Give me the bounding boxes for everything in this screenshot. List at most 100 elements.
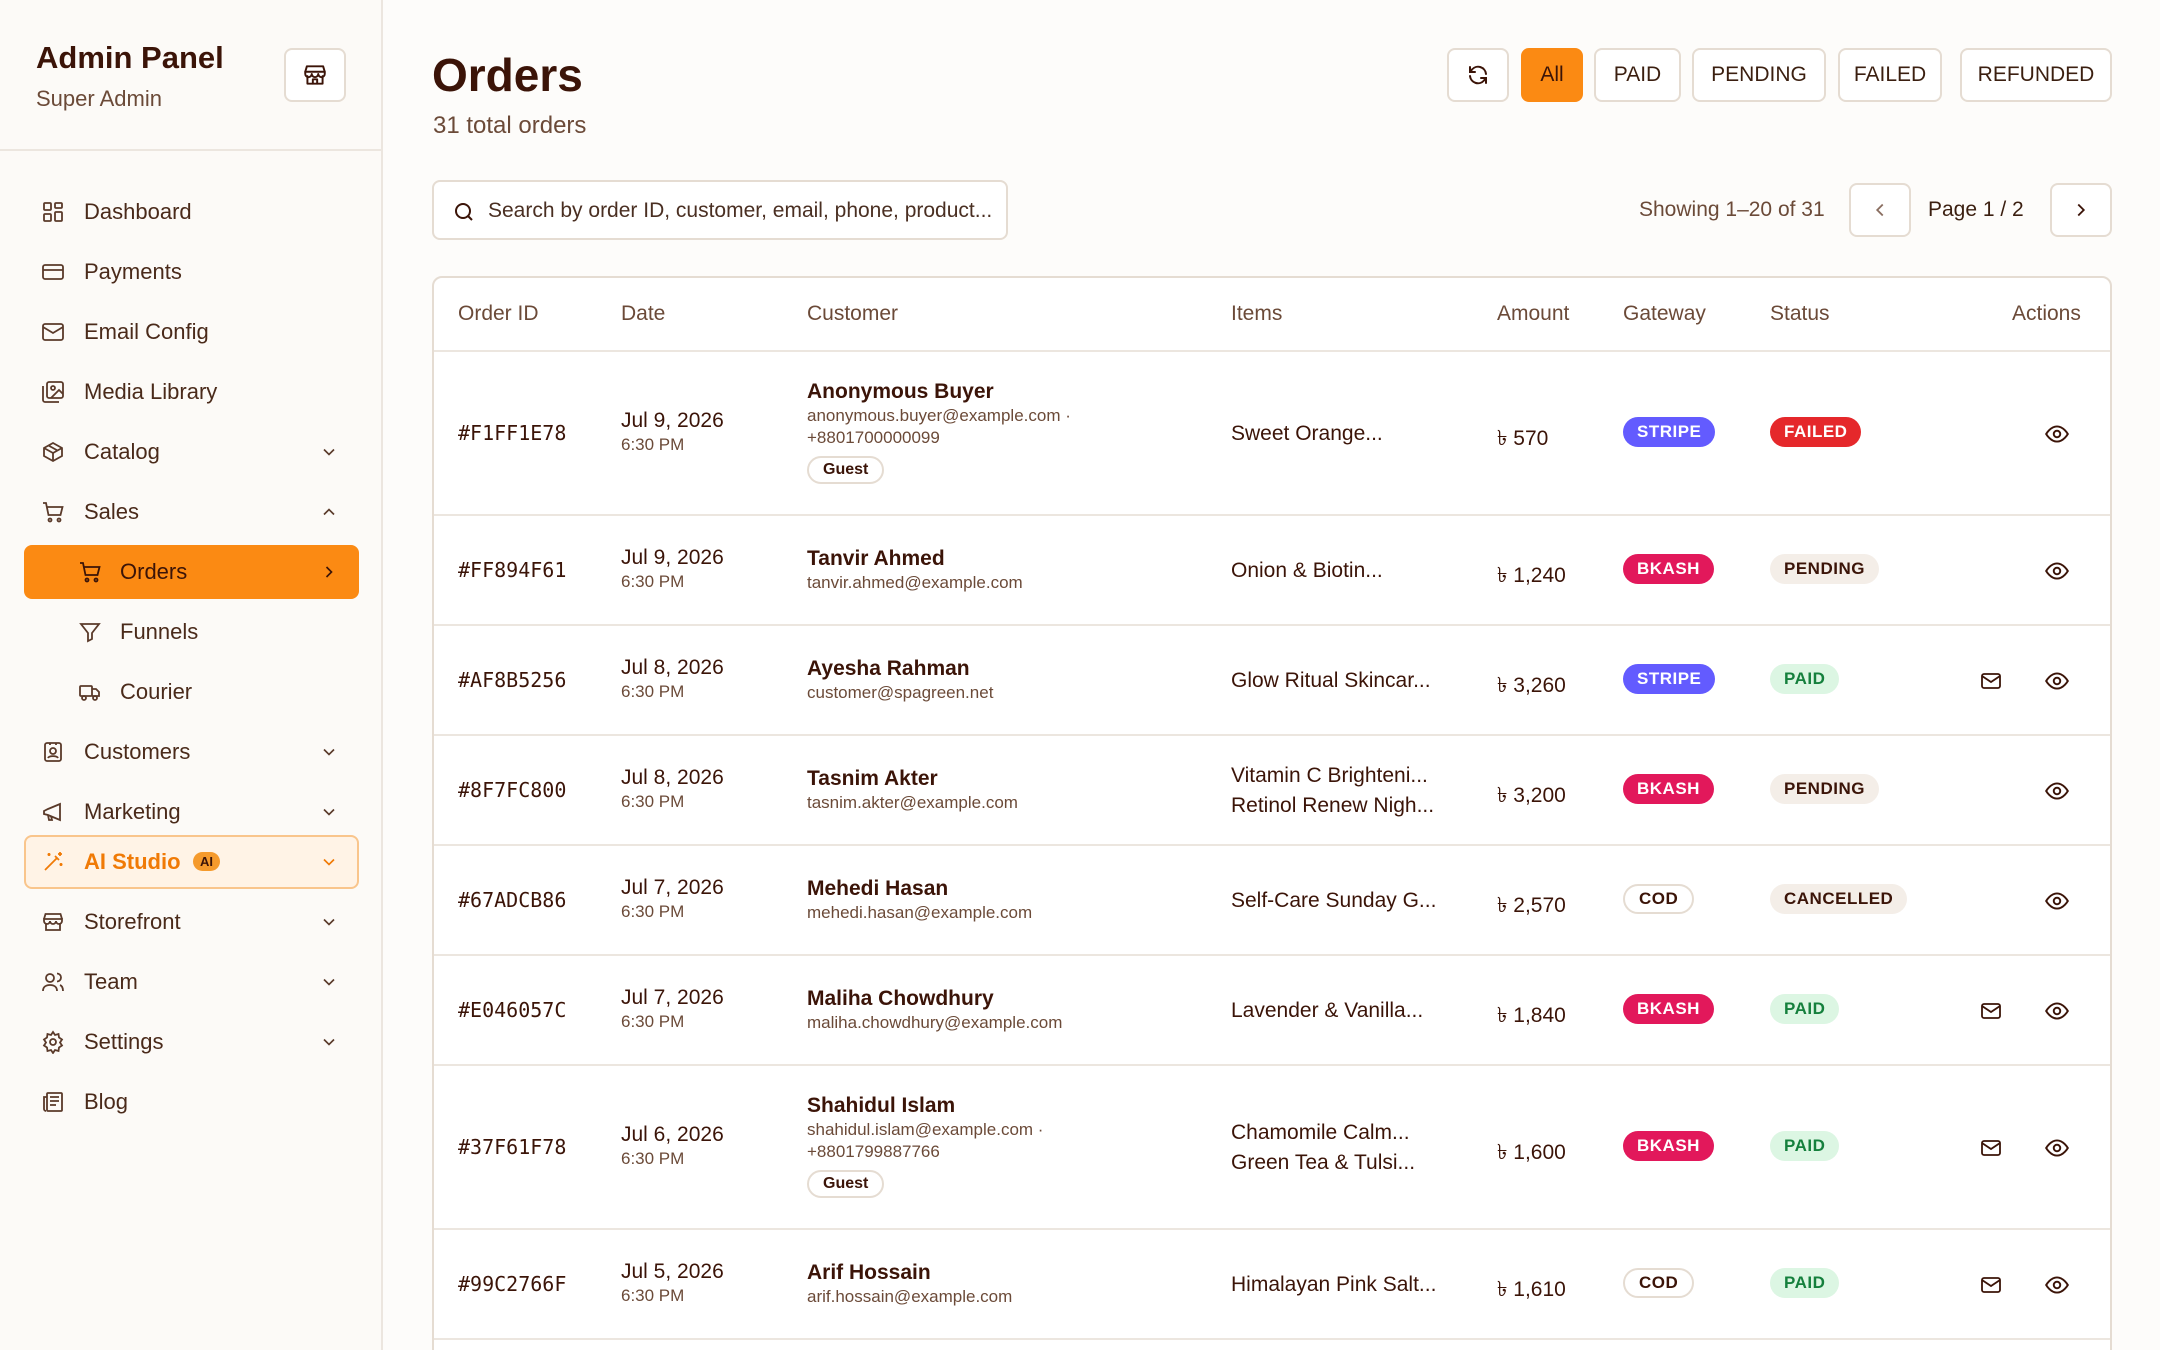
view-order-button[interactable]: [2042, 419, 2072, 449]
order-time: 6:30 PM: [621, 1012, 685, 1031]
order-items: Lavender & Vanilla...: [1231, 996, 1423, 1026]
gateway-badge: BKASH: [1623, 774, 1714, 804]
search-box: [432, 180, 1008, 240]
order-time: 6:30 PM: [621, 1286, 685, 1305]
gateway-cell: COD: [1623, 884, 1695, 914]
order-items: Sweet Orange...: [1231, 419, 1383, 449]
table-row[interactable]: #F1FF1E78 Jul 9, 2026 6:30 PM Anonymous …: [434, 352, 2110, 516]
funnel-icon: [79, 623, 101, 643]
customer-cell: Tanvir Ahmed tanvir.ahmed@example.com: [807, 547, 1023, 593]
customer-cell: Maliha Chowdhury maliha.chowdhury@exampl…: [807, 987, 1062, 1033]
table-row[interactable]: #FF894F61 Jul 9, 2026 6:30 PM Tanvir Ahm…: [434, 516, 2110, 626]
view-order-button[interactable]: [2042, 1270, 2072, 1300]
order-id[interactable]: #F1FF1E78: [458, 421, 566, 445]
table-row[interactable]: #37F61F78 Jul 6, 2026 6:30 PM Shahidul I…: [434, 1066, 2110, 1230]
sidebar-item-email-config[interactable]: Email Config: [24, 305, 359, 359]
filter-pending[interactable]: PENDING: [1692, 48, 1826, 102]
column-header-date[interactable]: Date: [621, 302, 665, 326]
view-order-button[interactable]: [2042, 556, 2072, 586]
order-date: Jul 5, 2026: [621, 1260, 724, 1283]
order-time: 6:30 PM: [621, 792, 685, 811]
search-icon: [455, 203, 473, 221]
customer-email: arif.hossain@example.com: [807, 1287, 1013, 1306]
customer-name: Tanvir Ahmed: [807, 547, 945, 570]
status-badge: CANCELLED: [1770, 884, 1908, 914]
order-amount: ৳ 3,200: [1497, 784, 1566, 807]
table-row[interactable]: #AF8B5256 Jul 8, 2026 6:30 PM Ayesha Rah…: [434, 626, 2110, 736]
sidebar-item-storefront[interactable]: Storefront: [24, 895, 359, 949]
sidebar-item-courier[interactable]: Courier: [24, 665, 359, 719]
sidebar-item-customers[interactable]: Customers: [24, 725, 359, 779]
filter-paid[interactable]: PAID: [1594, 48, 1681, 102]
send-email-button[interactable]: [1976, 666, 2006, 696]
order-id[interactable]: #99C2766F: [458, 1272, 566, 1296]
order-id[interactable]: #67ADCB86: [458, 888, 566, 912]
order-id[interactable]: #37F61F78: [458, 1135, 566, 1159]
order-date-cell: Jul 5, 2026 6:30 PM: [621, 1260, 724, 1306]
column-header-items[interactable]: Items: [1231, 302, 1282, 326]
refresh-button[interactable]: [1447, 48, 1509, 102]
sidebar-item-media-library[interactable]: Media Library: [24, 365, 359, 419]
sidebar-item-funnels[interactable]: Funnels: [24, 605, 359, 659]
order-items: Vitamin C Brighteni... Retinol Renew Nigh…: [1231, 761, 1434, 821]
view-order-button[interactable]: [2042, 886, 2072, 916]
order-id[interactable]: #8F7FC800: [458, 778, 566, 802]
sidebar-item-label: Blog: [84, 1089, 129, 1114]
column-header-amount[interactable]: Amount: [1497, 302, 1569, 326]
column-header-customer[interactable]: Customer: [807, 302, 898, 326]
table-row[interactable]: #99C2766F Jul 5, 2026 6:30 PM Arif Hossa…: [434, 1230, 2110, 1340]
order-id[interactable]: #E046057C: [458, 998, 566, 1022]
order-count: 31 total orders: [433, 112, 587, 139]
order-items: Chamomile Calm... Green Tea & Tulsi...: [1231, 1118, 1415, 1178]
send-email-button[interactable]: [1976, 1270, 2006, 1300]
sidebar-item-catalog[interactable]: Catalog: [24, 425, 359, 479]
order-id[interactable]: #AF8B5256: [458, 668, 566, 692]
sidebar-item-label: Orders: [120, 559, 188, 584]
filter-failed[interactable]: FAILED: [1838, 48, 1942, 102]
sidebar-item-orders[interactable]: Orders: [24, 545, 359, 599]
sidebar-item-dashboard[interactable]: Dashboard: [24, 185, 359, 239]
table-row[interactable]: #67ADCB86 Jul 7, 2026 6:30 PM Mehedi Has…: [434, 846, 2110, 956]
sidebar-item-ai-studio[interactable]: AI Studio AI: [24, 835, 359, 889]
users-icon: [42, 972, 64, 992]
order-item: Self-Care Sunday G...: [1231, 889, 1437, 912]
storefront-button[interactable]: [284, 48, 346, 102]
view-order-button[interactable]: [2042, 776, 2072, 806]
chevron-down-icon: [323, 448, 335, 456]
sidebar-item-marketing[interactable]: Marketing: [24, 785, 359, 839]
column-header-status[interactable]: Status: [1770, 302, 1830, 326]
order-id[interactable]: #FF894F61: [458, 558, 566, 582]
next-page-button[interactable]: [2050, 183, 2112, 237]
table-row[interactable]: #8F7FC800 Jul 8, 2026 6:30 PM Tasnim Akt…: [434, 736, 2110, 846]
sidebar: Admin Panel Super Admin Dashboard Paymen…: [0, 0, 383, 1350]
order-time: 6:30 PM: [621, 902, 685, 921]
chevron-right-icon: [2077, 203, 2086, 217]
sidebar-item-team[interactable]: Team: [24, 955, 359, 1009]
send-email-button[interactable]: [1976, 996, 2006, 1026]
sidebar-item-label: Email Config: [84, 319, 209, 344]
view-order-button[interactable]: [2042, 666, 2072, 696]
sidebar-item-sales[interactable]: Sales: [24, 485, 359, 539]
sidebar-item-settings[interactable]: Settings: [24, 1015, 359, 1069]
column-header-gateway[interactable]: Gateway: [1623, 302, 1706, 326]
view-order-button[interactable]: [2042, 1133, 2072, 1163]
sidebar-item-blog[interactable]: Blog: [24, 1075, 359, 1129]
search-input[interactable]: [488, 194, 998, 228]
showing-range: Showing 1–20 of 31: [1639, 198, 1825, 221]
gateway-badge: STRIPE: [1623, 664, 1716, 694]
sidebar-item-label: Settings: [84, 1029, 164, 1054]
sidebar-item-payments[interactable]: Payments: [24, 245, 359, 299]
cart-icon: [80, 562, 101, 583]
status-cell: PAID: [1770, 1131, 1840, 1161]
table-row[interactable]: #E046057C Jul 7, 2026 6:30 PM Maliha Cho…: [434, 956, 2110, 1066]
filter-refunded[interactable]: REFUNDED: [1960, 48, 2112, 102]
prev-page-button[interactable]: [1849, 183, 1911, 237]
customer-cell: Mehedi Hasan mehedi.hasan@example.com: [807, 877, 1032, 923]
sidebar-item-label: Customers: [84, 739, 191, 764]
brand-title: Admin Panel: [36, 40, 224, 75]
send-email-button[interactable]: [1976, 1133, 2006, 1163]
chevron-down-icon: [323, 978, 335, 986]
view-order-button[interactable]: [2042, 996, 2072, 1026]
column-header-order-id[interactable]: Order ID: [458, 302, 539, 326]
filter-all[interactable]: All: [1521, 48, 1583, 102]
